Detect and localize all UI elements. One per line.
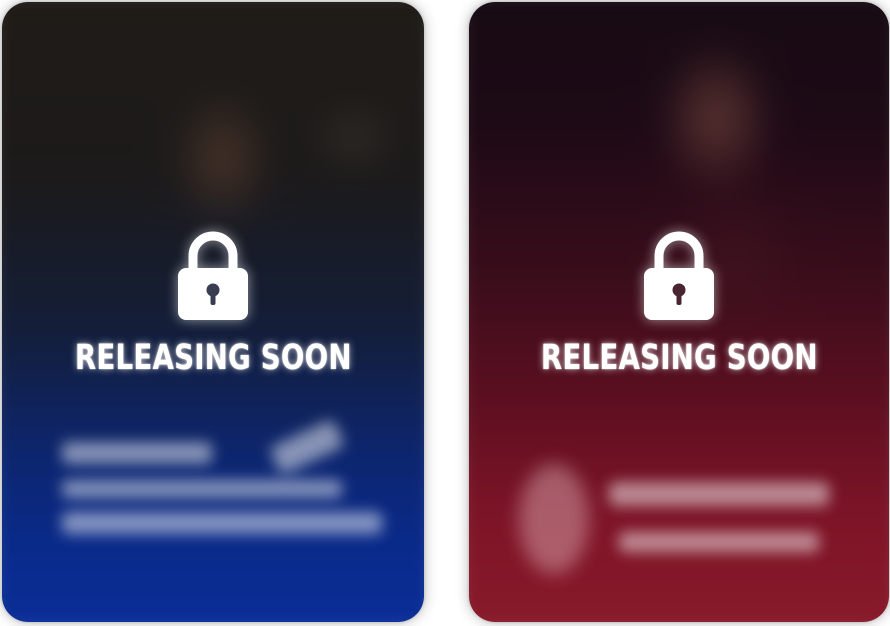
locked-card-2[interactable]: RELEASING SOON xyxy=(469,2,889,622)
blurred-logo xyxy=(519,464,589,574)
blurred-subtitle-text xyxy=(62,480,342,498)
locked-overlay: RELEASING SOON xyxy=(2,228,424,378)
blurred-subtitle-text xyxy=(619,532,819,552)
lock-icon xyxy=(178,231,248,320)
lock-icon xyxy=(644,231,714,320)
blurred-title-text xyxy=(62,442,212,464)
blurred-title-text xyxy=(609,482,829,506)
locked-card-1[interactable]: RELEASING SOON xyxy=(2,2,424,622)
releasing-soon-label: RELEASING SOON xyxy=(74,338,352,378)
locked-overlay: RELEASING SOON xyxy=(469,228,889,378)
releasing-soon-label: RELEASING SOON xyxy=(540,338,818,378)
blurred-subtitle-text xyxy=(62,512,382,534)
